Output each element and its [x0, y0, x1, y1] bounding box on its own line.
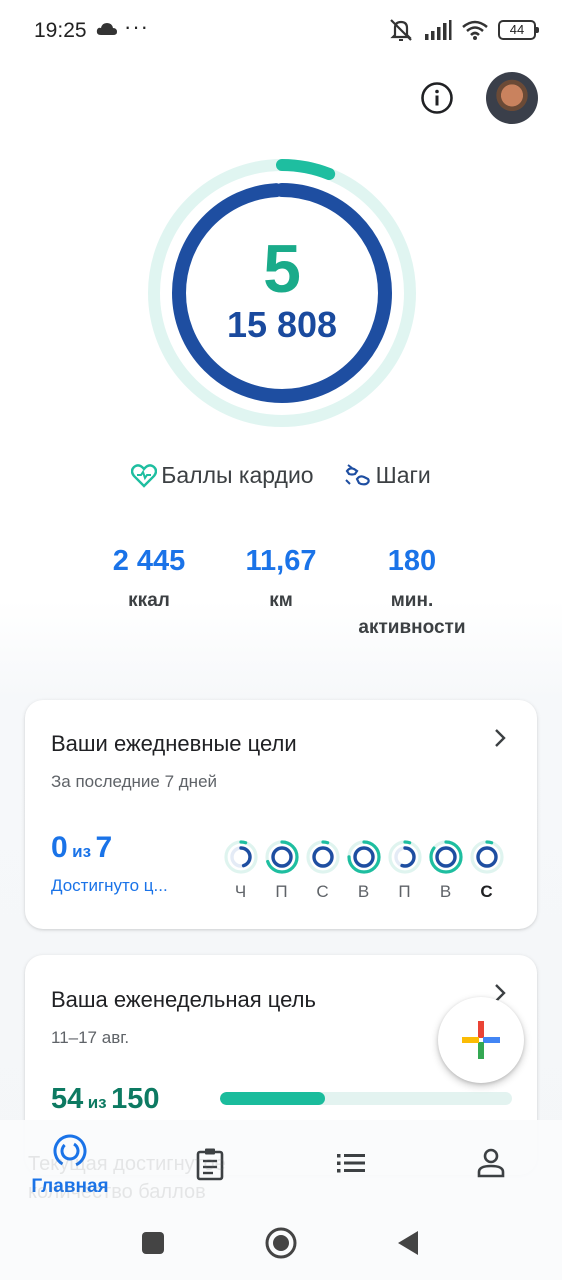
- stat-active-minutes-value: 180: [387, 545, 437, 577]
- weekly-goal-count: 54 из 150: [51, 1083, 159, 1116]
- nav-profile[interactable]: [436, 1120, 546, 1212]
- shoe-icon: [344, 463, 370, 485]
- stat-active-minutes-label: мин. активности: [358, 590, 466, 638]
- day-ring-6: С: [469, 840, 504, 902]
- cloud-icon: [96, 23, 117, 35]
- daily-goals-achieved-link[interactable]: Достигнуто ц...: [51, 876, 168, 896]
- nav-browse[interactable]: [296, 1120, 406, 1212]
- weekly-goal-title: Ваша еженедельная цель: [51, 987, 316, 1012]
- status-icons: 44: [388, 17, 539, 43]
- person-icon: [477, 1148, 505, 1178]
- legend-cardio-label: Баллы кардио: [161, 462, 314, 488]
- daily-goals-card[interactable]: Ваши ежедневные цели За последние 7 дней…: [25, 700, 537, 929]
- weekly-goal-of: из: [87, 1093, 107, 1112]
- day-label: Ч: [234, 882, 247, 901]
- daily-goals-week: ЧПСВПВС: [223, 840, 504, 902]
- info-icon[interactable]: [420, 81, 454, 115]
- steps-value: 15 808: [226, 304, 338, 345]
- day-ring-icon: [264, 840, 299, 874]
- day-label: В: [357, 882, 370, 901]
- battery-indicator: 44: [498, 20, 539, 40]
- heart-points-value: 5: [263, 231, 301, 307]
- signal-icon: [425, 20, 452, 40]
- day-ring-5: В: [428, 840, 463, 902]
- recent-apps-icon[interactable]: [141, 1231, 165, 1255]
- legend-steps-label: Шаги: [375, 462, 431, 488]
- status-time: 19:25: [34, 19, 87, 42]
- obscured-card-text: Текущая достигнутое количество баллов: [28, 1153, 226, 1203]
- silent-bell-icon: [390, 19, 412, 41]
- ring-center[interactable]: 5 15 808: [146, 157, 418, 429]
- home-button-icon[interactable]: [264, 1226, 298, 1260]
- weekly-goal-achieved: 54: [51, 1083, 84, 1115]
- add-activity-button[interactable]: [438, 997, 524, 1083]
- day-ring-icon: [346, 840, 381, 874]
- plus-icon: [462, 1021, 500, 1059]
- day-ring-icon: [469, 840, 504, 874]
- day-ring-icon: [428, 840, 463, 874]
- daily-goals-title: Ваши ежедневные цели: [51, 731, 297, 756]
- system-navigation-bar: [0, 1212, 562, 1280]
- weekly-goal-progress-fill: [220, 1092, 326, 1105]
- daily-goals-achieved: 0: [51, 831, 68, 864]
- daily-goals-count: 0 из 7: [51, 831, 112, 865]
- status-bar: 19:25 ··· 44: [0, 0, 562, 62]
- day-ring-icon: [223, 840, 258, 874]
- day-label: П: [275, 882, 288, 901]
- day-label: П: [398, 882, 411, 901]
- legend-steps: Шаги: [344, 462, 431, 489]
- weekly-goal-target: 150: [111, 1083, 160, 1115]
- weekly-goal-progress: [220, 1092, 512, 1105]
- day-label: С: [316, 882, 329, 901]
- avatar[interactable]: [486, 72, 538, 124]
- day-ring-icon: [305, 840, 340, 874]
- day-ring-icon: [387, 840, 422, 874]
- day-ring-4: П: [387, 840, 422, 902]
- list-icon: [337, 1154, 365, 1173]
- day-label: С: [480, 882, 493, 901]
- more-notifications-icon: ···: [124, 14, 149, 39]
- day-ring-2: С: [305, 840, 340, 902]
- stat-active-minutes: 180 мин. активности: [332, 545, 492, 641]
- wifi-icon: [462, 20, 488, 40]
- heart-icon: [131, 463, 158, 488]
- day-ring-0: Ч: [223, 840, 258, 902]
- day-label: В: [439, 882, 452, 901]
- weekly-goal-dates: 11–17 авг.: [51, 1028, 130, 1047]
- daily-goals-total: 7: [95, 831, 113, 864]
- daily-goals-subtitle: За последние 7 дней: [51, 772, 218, 791]
- daily-goals-of: из: [72, 842, 92, 861]
- back-icon[interactable]: [396, 1230, 420, 1256]
- ring-legend: Баллы кардио Шаги: [0, 462, 562, 489]
- day-ring-3: В: [346, 840, 381, 902]
- day-ring-1: П: [264, 840, 299, 902]
- chevron-right-icon[interactable]: [493, 728, 507, 748]
- legend-cardio: Баллы кардио: [131, 462, 314, 489]
